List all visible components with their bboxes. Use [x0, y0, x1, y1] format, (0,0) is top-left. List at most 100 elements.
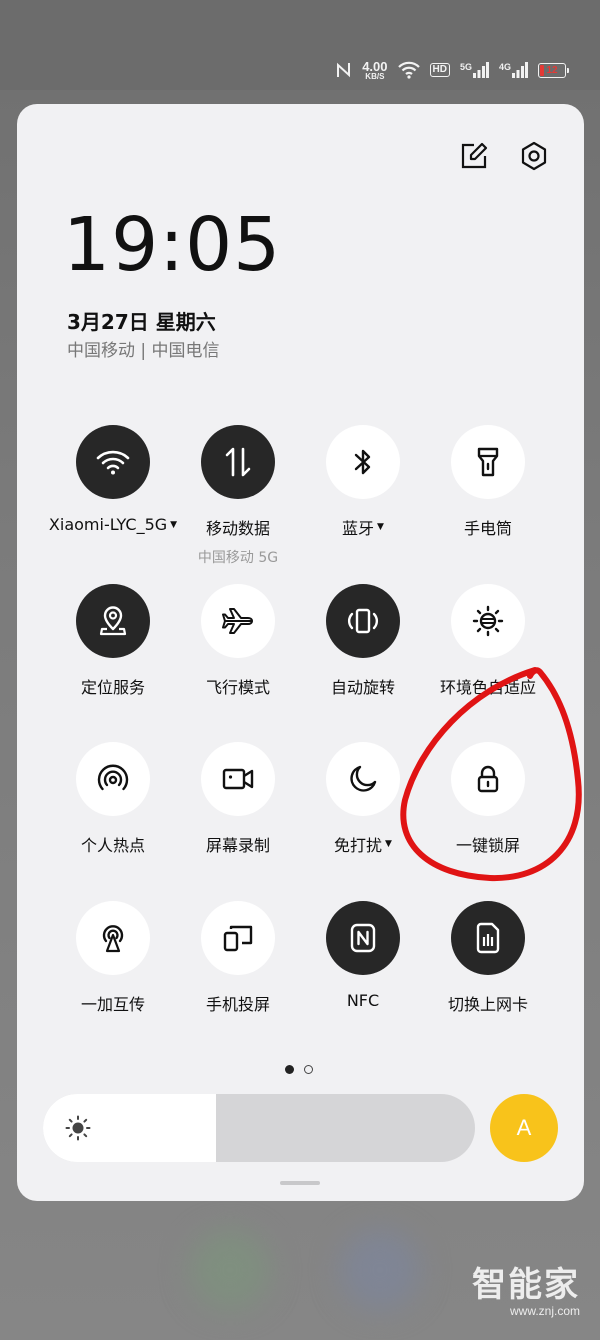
tile-mobile-data[interactable]: 移动数据 中国移动 5G	[168, 425, 308, 567]
battery-icon: 12	[538, 62, 569, 78]
hd-badge: HD	[429, 63, 450, 77]
tile-label: 环境色自适应	[439, 678, 536, 697]
background-blur	[190, 1230, 270, 1310]
tile-hotspot[interactable]: 个人热点	[43, 742, 183, 856]
tile-switch-sim[interactable]: 切换上网卡	[418, 901, 558, 1015]
brightness-slider[interactable]	[43, 1094, 475, 1162]
tile-label: Xiaomi-LYC_5G ▼	[49, 515, 177, 534]
auto-rotate-icon	[347, 608, 379, 634]
wifi-status-icon	[397, 61, 420, 79]
battery-fill	[540, 64, 544, 76]
tile-sublabel: 中国移动 5G	[197, 550, 279, 566]
tile-airplane-mode[interactable]: 飞行模式	[168, 584, 308, 698]
screen-record-icon	[222, 768, 254, 790]
tile-circle	[326, 901, 400, 975]
tile-circle	[201, 742, 275, 816]
tile-label-text: 蓝牙	[342, 519, 375, 538]
tile-circle	[201, 901, 275, 975]
ambient-color-icon	[472, 605, 504, 637]
tile-one-key-lock[interactable]: 一键锁屏	[418, 742, 558, 856]
signal-bars-icon	[472, 62, 489, 78]
edit-button[interactable]	[458, 140, 490, 172]
tile-circle	[326, 742, 400, 816]
tile-ambient-color[interactable]: 环境色自适应	[418, 584, 558, 698]
tile-screen-record[interactable]: 屏幕录制	[168, 742, 308, 856]
tile-circle	[326, 425, 400, 499]
tile-bluetooth[interactable]: 蓝牙 ▼	[293, 425, 433, 539]
network-speed: 4.00 KB/S	[362, 60, 387, 81]
tile-circle	[76, 425, 150, 499]
tile-circle	[451, 584, 525, 658]
cast-icon	[223, 925, 253, 952]
flashlight-icon	[477, 447, 499, 477]
tile-label-text: Xiaomi-LYC_5G	[48, 515, 168, 534]
tile-label: 屏幕录制	[205, 836, 270, 855]
carrier-names: 中国移动 | 中国电信	[67, 341, 220, 361]
mobile-data-icon	[225, 447, 251, 477]
sun-icon	[65, 1115, 91, 1145]
tile-wifi[interactable]: Xiaomi-LYC_5G ▼	[43, 425, 183, 534]
tile-screen-cast[interactable]: 手机投屏	[168, 901, 308, 1015]
edit-icon	[461, 142, 488, 169]
tile-nfc[interactable]: NFC	[293, 901, 433, 1010]
dropdown-caret-icon: ▼	[385, 839, 392, 849]
tile-label: NFC	[346, 991, 380, 1010]
status-bar: 4.00 KB/S HD 5G 4G 12	[0, 0, 600, 90]
tile-circle	[326, 584, 400, 658]
tile-label: 一加互传	[80, 995, 145, 1014]
tile-circle	[201, 425, 275, 499]
panel-actions	[458, 140, 550, 172]
background-blur	[340, 1230, 420, 1310]
page-dot[interactable]	[304, 1065, 313, 1074]
watermark: 智能家 www.znj.com	[472, 1257, 580, 1318]
sim1-signal: 5G	[460, 62, 489, 78]
bluetooth-icon	[354, 449, 371, 475]
tile-flashlight[interactable]: 手电筒	[418, 425, 558, 539]
tile-circle	[76, 901, 150, 975]
airplane-icon	[222, 608, 253, 634]
battery-level: 12	[546, 64, 558, 76]
tile-circle	[76, 742, 150, 816]
auto-brightness-button[interactable]: A	[490, 1094, 558, 1162]
tile-label: 个人热点	[80, 836, 145, 855]
wifi-icon	[96, 450, 130, 475]
gear-icon	[521, 141, 547, 171]
nfc-status-icon	[336, 61, 352, 79]
tile-label: 一键锁屏	[455, 836, 520, 855]
tile-do-not-disturb[interactable]: 免打扰 ▼	[293, 742, 433, 856]
tile-circle	[201, 584, 275, 658]
hotspot-icon	[97, 764, 129, 791]
tile-circle	[76, 584, 150, 658]
signal-bars-icon	[512, 62, 528, 78]
tile-label: 手电筒	[463, 519, 512, 538]
tile-label: 飞行模式	[205, 678, 270, 697]
page-dot-active[interactable]	[285, 1065, 294, 1074]
tile-auto-rotate[interactable]: 自动旋转	[293, 584, 433, 698]
lock-icon	[477, 765, 499, 793]
share-icon	[102, 925, 124, 953]
tile-circle	[451, 742, 525, 816]
quick-settings-panel: 19:05 3月27日 星期六 中国移动 | 中国电信 Xiaomi-LYC_5…	[17, 104, 584, 1201]
sim2-type: 4G	[498, 62, 511, 72]
sim1-type: 5G	[459, 62, 472, 72]
tile-label: 移动数据	[205, 519, 270, 538]
nfc-icon	[350, 923, 376, 953]
settings-button[interactable]	[518, 140, 550, 172]
tile-label-text: 免打扰	[334, 836, 383, 855]
watermark-brand: 智能家	[472, 1265, 580, 1305]
speed-value: 4.00	[362, 58, 388, 74]
clock: 19:05	[63, 202, 282, 288]
moon-icon	[350, 765, 377, 792]
panel-drag-handle[interactable]	[280, 1181, 320, 1185]
tile-location[interactable]: 定位服务	[43, 584, 183, 698]
tile-label: 切换上网卡	[447, 995, 528, 1014]
sim-card-icon	[476, 922, 500, 954]
tile-label: 自动旋转	[330, 678, 395, 697]
tile-label: 免打扰 ▼	[334, 832, 392, 856]
tile-oneplus-share[interactable]: 一加互传	[43, 901, 183, 1015]
tile-circle	[451, 901, 525, 975]
dropdown-caret-icon: ▼	[377, 522, 384, 532]
status-icons: 4.00 KB/S HD 5G 4G 12	[336, 57, 569, 83]
tile-label: 蓝牙 ▼	[342, 515, 384, 539]
tile-circle	[451, 425, 525, 499]
